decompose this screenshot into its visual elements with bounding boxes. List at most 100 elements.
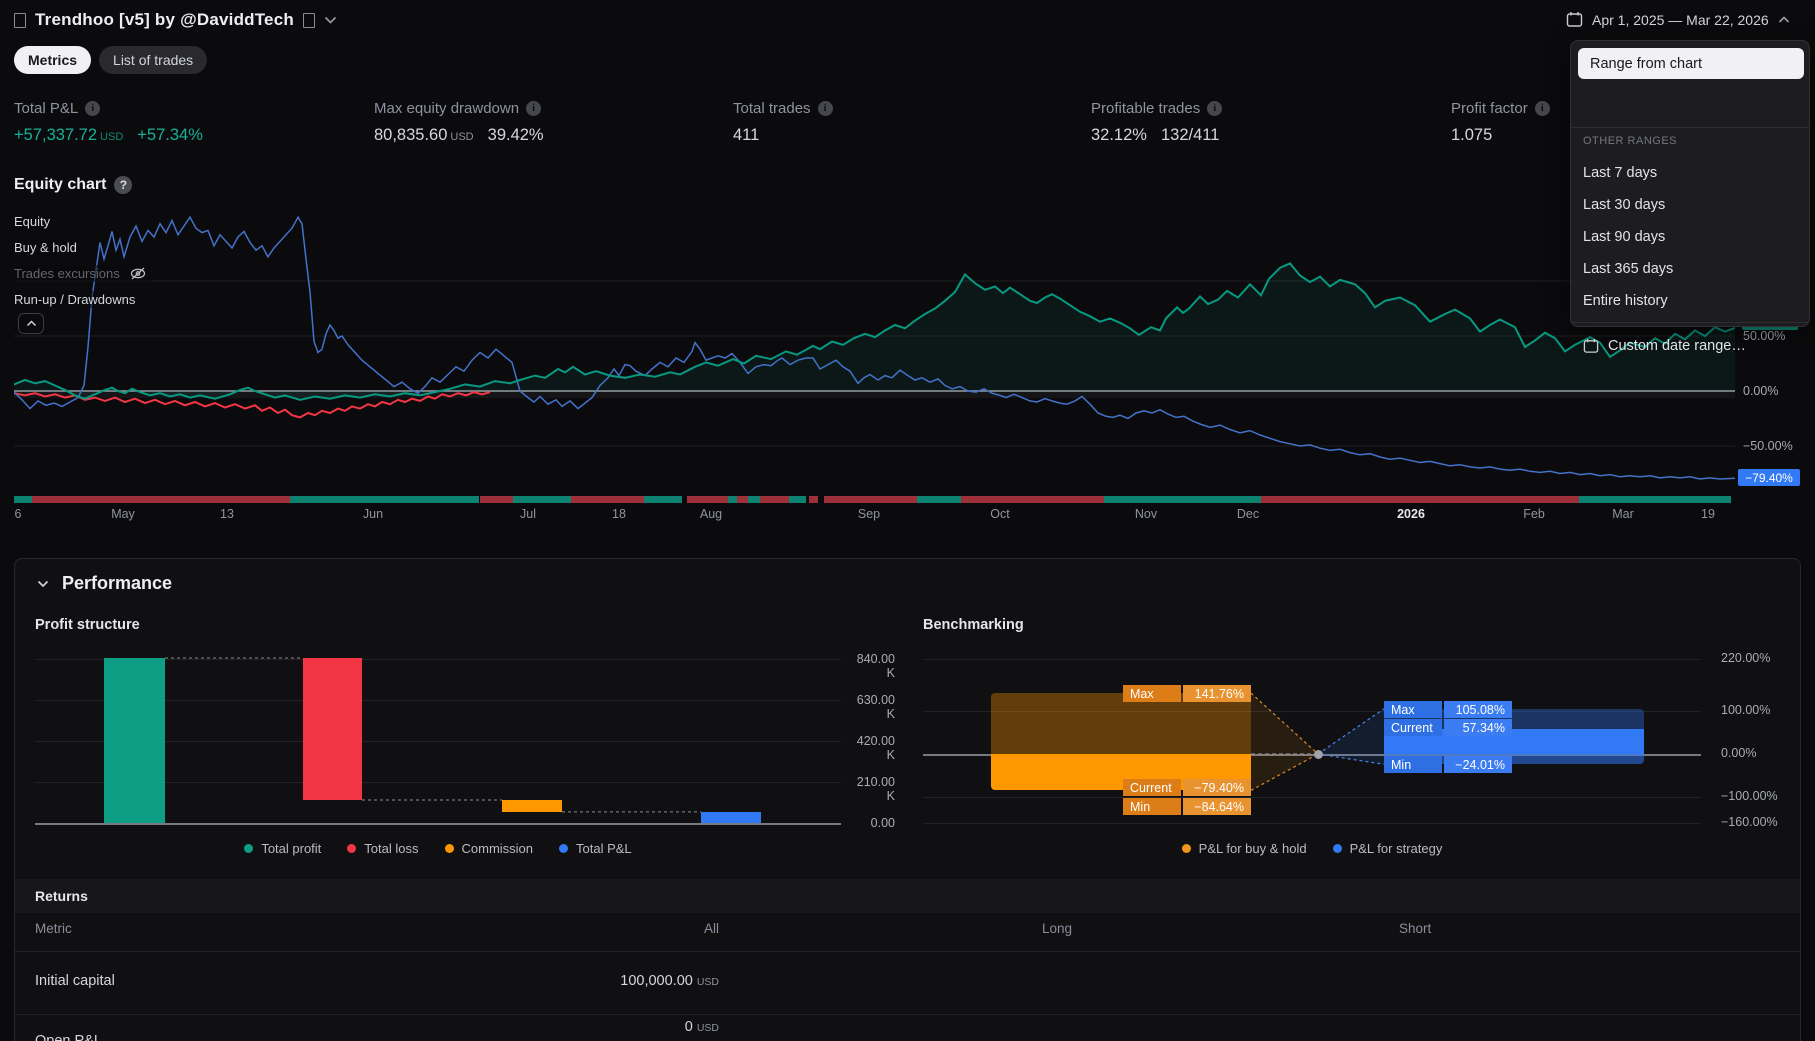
legend-dot-icon xyxy=(244,844,254,853)
x-axis-tick: Feb xyxy=(1523,507,1545,521)
performance-title: Performance xyxy=(62,573,173,593)
legend-item[interactable]: P&L for strategy xyxy=(1332,841,1442,856)
legend-item[interactable]: Commission xyxy=(444,841,533,856)
app-frame: Trendhoo [v5] by @DaviddTech Metrics Lis… xyxy=(0,0,1815,1041)
chevron-up-icon xyxy=(26,320,36,327)
y-axis-tick: 0.00% xyxy=(1721,746,1757,760)
legend-item-trades-excursions[interactable]: Trades excursions xyxy=(14,265,151,282)
calendar-icon xyxy=(1583,338,1599,353)
performance-header[interactable]: Performance xyxy=(37,573,172,594)
value-pill-current: Current −79.40% xyxy=(1123,779,1251,796)
info-icon[interactable]: i xyxy=(1534,101,1550,116)
metric-card: Total P&L i +57,337.72 USD +57.34% xyxy=(14,100,203,145)
dropdown-item-entire-history[interactable]: Entire history xyxy=(1571,285,1809,317)
chevron-down-icon[interactable] xyxy=(324,16,337,24)
trade-strip-segment xyxy=(571,496,644,503)
legend-item-runup-drawdowns[interactable]: Run-up / Drawdowns xyxy=(14,291,139,308)
dropdown-group-label: OTHER RANGES xyxy=(1583,135,1678,147)
legend-item[interactable]: Total profit xyxy=(244,841,321,856)
info-icon[interactable]: i xyxy=(526,101,542,116)
y-axis-tick: 420.00 K xyxy=(856,734,895,762)
row-open-pnl-label: Open P&L xyxy=(35,1033,102,1041)
y-axis-tick: 0.00 xyxy=(870,816,895,830)
metric-label: Max equity drawdown xyxy=(374,100,520,117)
view-tabs: Metrics List of trades xyxy=(14,46,208,74)
dropdown-item-last-30-days[interactable]: Last 30 days xyxy=(1571,189,1809,221)
metric-card: Profitable trades i 32.12% 132/411 xyxy=(1091,100,1223,145)
dropdown-item-custom-date-range[interactable]: Custom date range… xyxy=(1571,329,1809,362)
strategy-title: Trendhoo [v5] by @DaviddTech xyxy=(35,10,294,29)
legend-item[interactable]: Total P&L xyxy=(559,841,632,856)
trade-result-strip[interactable] xyxy=(14,496,1735,503)
row-initial-capital-value: 100,000.00 USD xyxy=(620,973,719,989)
collapse-legend-button[interactable] xyxy=(18,313,44,334)
x-axis-tick: May xyxy=(111,507,135,521)
legend-dot-icon xyxy=(347,844,357,853)
x-axis-tick: 18 xyxy=(612,507,626,521)
eye-off-icon xyxy=(130,267,145,280)
profit-structure-chart[interactable] xyxy=(35,651,841,826)
calendar-icon xyxy=(1566,12,1583,27)
row-initial-capital-label: Initial capital xyxy=(35,973,115,989)
y-axis-tick: 220.00% xyxy=(1721,651,1771,665)
trade-strip-segment xyxy=(961,496,1104,503)
dropdown-item-last-365-days[interactable]: Last 365 days xyxy=(1571,253,1809,285)
metric-label: Total trades xyxy=(733,100,811,117)
trade-strip-segment xyxy=(644,496,682,503)
metric-value: 32.12% 132/411 xyxy=(1091,126,1220,144)
x-axis-tick: Aug xyxy=(699,507,723,521)
y-axis-tick: −50.00% xyxy=(1743,439,1793,453)
divider xyxy=(1571,322,1809,323)
y-axis-tick: 210.00 K xyxy=(856,775,895,803)
trade-strip-segment xyxy=(728,496,737,503)
value-pill-max: Max 105.08% xyxy=(1384,701,1512,718)
info-icon[interactable]: i xyxy=(1207,101,1223,116)
trade-strip-segment xyxy=(14,496,32,503)
legend-dot-icon xyxy=(1332,844,1342,853)
dropdown-items: Last 7 days Last 30 days Last 90 days Last … xyxy=(1571,157,1809,317)
benchmarking-chart[interactable]: Max 141.76% Current −79.40% Min −84.64% Max 105… xyxy=(923,646,1701,828)
equity-chart-canvas[interactable] xyxy=(14,185,1735,492)
trade-strip-segment xyxy=(748,496,760,503)
legend-item-equity[interactable]: Equity xyxy=(14,213,54,230)
legend-item[interactable]: Total loss xyxy=(347,841,419,856)
y-axis-tick: 840.00 K xyxy=(856,652,895,680)
metric-card: Total trades i 411 xyxy=(733,100,833,145)
equity-x-axis: 6 May 13 Jun Jul 18 Aug Sep Oct Nov Dec 2026 Feb Mar 1… xyxy=(14,507,1735,523)
column-header-metric: Metric xyxy=(35,921,72,936)
metric-card: Max equity drawdown i 80,835.60 USD 39.42% xyxy=(374,100,544,145)
y-axis-tick: 0.00% xyxy=(1743,384,1779,398)
trade-strip-segment xyxy=(760,496,789,503)
trade-strip-segment xyxy=(290,496,479,503)
strategy-title-bar[interactable]: Trendhoo [v5] by @DaviddTech xyxy=(14,10,337,30)
column-header-short: Short xyxy=(1399,921,1432,936)
column-header-long: Long xyxy=(1042,921,1073,936)
info-icon[interactable]: i xyxy=(817,101,833,116)
trade-strip-segment xyxy=(824,496,917,503)
legend-item[interactable]: P&L for buy & hold xyxy=(1181,841,1307,856)
profit-structure-legend: Total profit Total loss Commission Total P&… xyxy=(35,841,841,856)
value-pill-min: Min −24.01% xyxy=(1384,756,1512,773)
pivot-dot xyxy=(1314,750,1323,759)
metric-value: +57,337.72 USD +57.34% xyxy=(14,126,203,144)
x-axis-tick: Jun xyxy=(362,507,384,521)
divider xyxy=(1571,127,1809,128)
divider xyxy=(15,1014,1800,1015)
y-axis-tick: 100.00% xyxy=(1721,703,1771,717)
x-axis-tick: Dec xyxy=(1236,507,1260,521)
dropdown-item-last-90-days[interactable]: Last 90 days xyxy=(1571,221,1809,253)
returns-section-header[interactable]: Returns xyxy=(15,879,1800,913)
date-range-button[interactable]: Apr 1, 2025 — Mar 22, 2026 xyxy=(1566,11,1790,28)
value-pill-max: Max 141.76% xyxy=(1123,685,1251,702)
legend-item-buy-hold[interactable]: Buy & hold xyxy=(14,239,80,256)
metric-label: Profit factor xyxy=(1451,100,1528,117)
info-icon[interactable]: i xyxy=(85,101,101,116)
dropdown-item-range-from-chart[interactable]: Range from chart xyxy=(1578,48,1804,79)
metric-label: Profitable trades xyxy=(1091,100,1201,117)
tab-list-of-trades[interactable]: List of trades xyxy=(99,46,208,74)
dropdown-item-last-7-days[interactable]: Last 7 days xyxy=(1571,157,1809,189)
divider xyxy=(15,951,1800,952)
metric-value: 411 xyxy=(733,126,760,144)
tab-metrics[interactable]: Metrics xyxy=(14,46,92,74)
metric-label: Total P&L xyxy=(14,100,79,117)
